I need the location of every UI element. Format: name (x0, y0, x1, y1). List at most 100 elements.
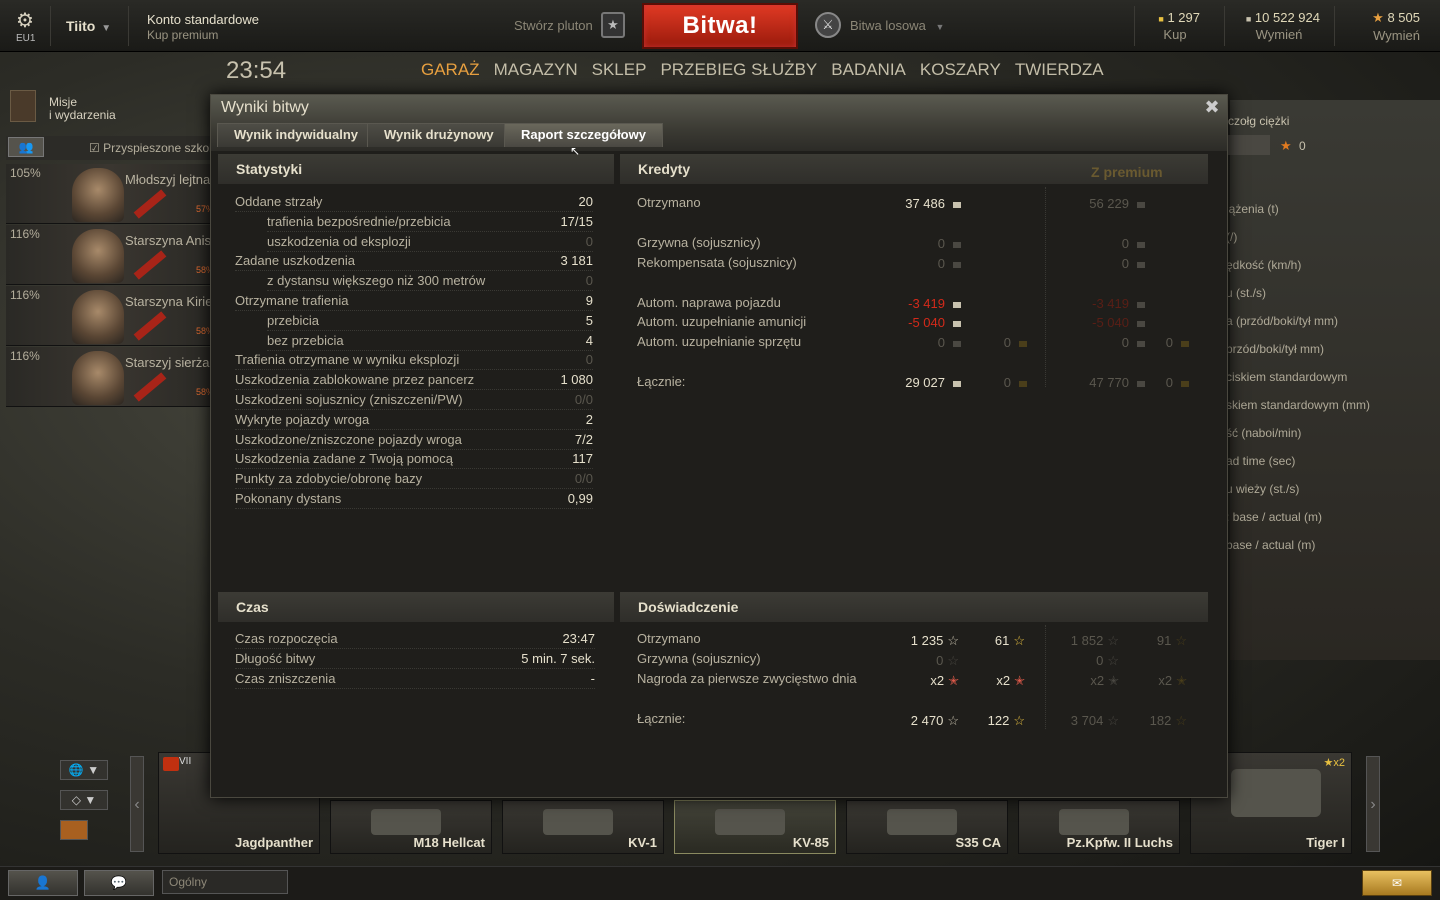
buy-premium-link[interactable]: Kup premium (147, 28, 218, 42)
tank-image (887, 809, 957, 835)
crew-portrait (72, 290, 124, 344)
crew-portrait (72, 229, 124, 283)
xp-star-icon: ☆ (947, 633, 959, 648)
gold-icon (1019, 380, 1027, 387)
premium-filter-icon[interactable] (60, 820, 88, 840)
stats-label: Uszkodzenia zablokowane przez pancerz (235, 372, 475, 388)
crew-member[interactable]: 116% Starszyna Kiriejev 58% (6, 286, 214, 346)
tank-name: S35 CA (955, 835, 1001, 850)
time-label: Długość bitwy (235, 651, 316, 666)
nation-filter[interactable]: 🌐 ▼ (60, 760, 108, 780)
crew-member[interactable]: 116% Starszyna Anisimov 58% (6, 225, 214, 285)
stats-row: Zadane uszkodzenia 3 181 (235, 253, 593, 272)
chat-input[interactable]: Ogólny (162, 870, 288, 894)
contacts-icon[interactable]: 👤 (8, 870, 78, 896)
crew-member[interactable]: 105% Młodszyj lejtnant 57% (6, 164, 214, 224)
time-row: Czas rozpoczęcia 23:47 (235, 631, 595, 649)
carousel-right-arrow[interactable]: › (1366, 756, 1380, 852)
crew-member[interactable]: 116% Starszyj sierżant 58% (6, 347, 214, 407)
gold-buy-link[interactable]: Kup (1150, 27, 1200, 42)
close-icon[interactable]: ✖ (1203, 97, 1221, 118)
credits-equip-std-gold: 0 (1003, 335, 1011, 350)
tab-team[interactable]: Wynik drużynowy (367, 123, 511, 147)
battle-mode-selector[interactable]: Bitwa losowa ▼ (850, 18, 944, 33)
vehicle-class-label: czołg ciężki (1228, 114, 1290, 128)
tank-card-selected[interactable]: KV-85 (674, 800, 836, 854)
time-value: - (590, 671, 595, 686)
crew-name: Starszyna Anisimov (125, 233, 213, 248)
nav-service-record[interactable]: PRZEBIEG SŁUŻBY (660, 60, 817, 80)
credits-fine-std: 0 (937, 236, 945, 251)
nav-depot[interactable]: MAGAZYN (494, 60, 578, 80)
crew-training-pct: 116% (10, 227, 40, 241)
crew-training-pct: 116% (10, 349, 40, 363)
missions-button[interactable]: Misje i wydarzenia (49, 96, 116, 122)
tank-card[interactable]: KV-1 (502, 800, 664, 854)
tank-name: Tiger I (1306, 835, 1345, 850)
stats-label: Pokonany dystans (235, 491, 342, 506)
divider (50, 6, 51, 46)
battle-mode-icon[interactable]: ⚔ (815, 12, 841, 38)
stats-row: Wykryte pojazdy wroga 2 (235, 412, 593, 430)
credits-icon (1137, 301, 1145, 308)
tab-detailed-report[interactable]: Raport szczegółowy (504, 123, 663, 147)
credits-icon (953, 340, 961, 347)
tank-image (371, 809, 441, 835)
stats-row: bez przebicia 4 (267, 333, 593, 351)
tank-card[interactable]: M18 Hellcat (330, 800, 492, 854)
nav-stronghold[interactable]: TWIERDZA (1015, 60, 1104, 80)
free-xp-block[interactable]: ★ 8 505 Wymień (1354, 10, 1420, 43)
stats-value: 0/0 (574, 392, 593, 407)
free-xp-exchange-link[interactable]: Wymień (1354, 28, 1420, 43)
stats-label: bez przebicia (267, 332, 344, 348)
username-dropdown[interactable]: Tiito ▼ (66, 18, 111, 34)
xp-total-prem: 3 704 (1070, 713, 1104, 728)
missions-icon[interactable] (10, 90, 36, 122)
nav-shop[interactable]: SKLEP (592, 60, 647, 80)
tank-name: KV-1 (628, 835, 657, 850)
crew-name: Młodszyj lejtnant (125, 172, 213, 187)
param-label: ciskiem standardowym (1226, 370, 1348, 384)
credits-total-label: Łącznie: (637, 374, 686, 389)
notifications-icon[interactable]: ✉ (1362, 870, 1432, 896)
settings-gear-icon[interactable]: ⚙ (14, 10, 36, 32)
nav-garage[interactable]: GARAŻ (421, 60, 480, 80)
credits-block[interactable]: ■ 10 522 924 Wymień (1238, 10, 1320, 42)
credits-icon (1137, 201, 1145, 208)
carousel-left-arrow[interactable]: ‹ (130, 756, 144, 852)
xp-first-win-prem: x2 (1090, 673, 1105, 688)
stats-value: 117 (572, 451, 593, 467)
stats-value: 0/0 (574, 471, 593, 487)
stats-row: Oddane strzały 20 (235, 194, 593, 212)
battle-button[interactable]: Bitwa! (642, 3, 798, 49)
stats-value: 0 (585, 233, 593, 249)
chat-channels-icon[interactable]: 💬 (84, 870, 154, 896)
xp-total-free: 122 (987, 713, 1010, 728)
credits-icon (953, 241, 961, 248)
tank-card[interactable]: Pz.Kpfw. II Luchs (1018, 800, 1180, 854)
stats-row: Pokonany dystans 0,99 (235, 491, 593, 509)
credits-repair-prem: -3 419 (1092, 296, 1129, 311)
credits-total-prem-gold: 0 (1165, 375, 1173, 390)
nav-research[interactable]: BADANIA (831, 60, 906, 80)
crew-group-icon[interactable]: 👥 (8, 137, 44, 157)
free-xp-bonus-star-icon: ✭ (1176, 673, 1187, 688)
gold-block[interactable]: ■ 1 297 Kup (1150, 10, 1200, 42)
tab-individual[interactable]: Wynik indywidualny (217, 123, 376, 147)
tank-card[interactable]: S35 CA (846, 800, 1008, 854)
param-label: przód/boki/tył mm) (1226, 342, 1325, 356)
stats-label: Oddane strzały (235, 194, 323, 209)
create-platoon-label[interactable]: Stwórz pluton (514, 18, 593, 33)
credits-exchange-link[interactable]: Wymień (1238, 27, 1320, 42)
type-filter[interactable]: ◇ ▼ (60, 790, 108, 810)
stats-header: Statystyki (218, 154, 614, 184)
credits-icon: ■ (1245, 14, 1252, 24)
xp-star-icon: ★ (1280, 138, 1292, 153)
nav-barracks[interactable]: KOSZARY (920, 60, 1001, 80)
credits-equip-std: 0 (937, 335, 945, 350)
platoon-star-icon[interactable]: ★ (601, 12, 625, 38)
mouse-cursor-icon: ↖ (570, 144, 581, 158)
xp-bonus-badge: ★x2 (1323, 757, 1346, 769)
param-label: u wieży (st./s) (1226, 482, 1300, 496)
credits-equip-label: Autom. uzupełnianie sprzętu (637, 334, 802, 349)
